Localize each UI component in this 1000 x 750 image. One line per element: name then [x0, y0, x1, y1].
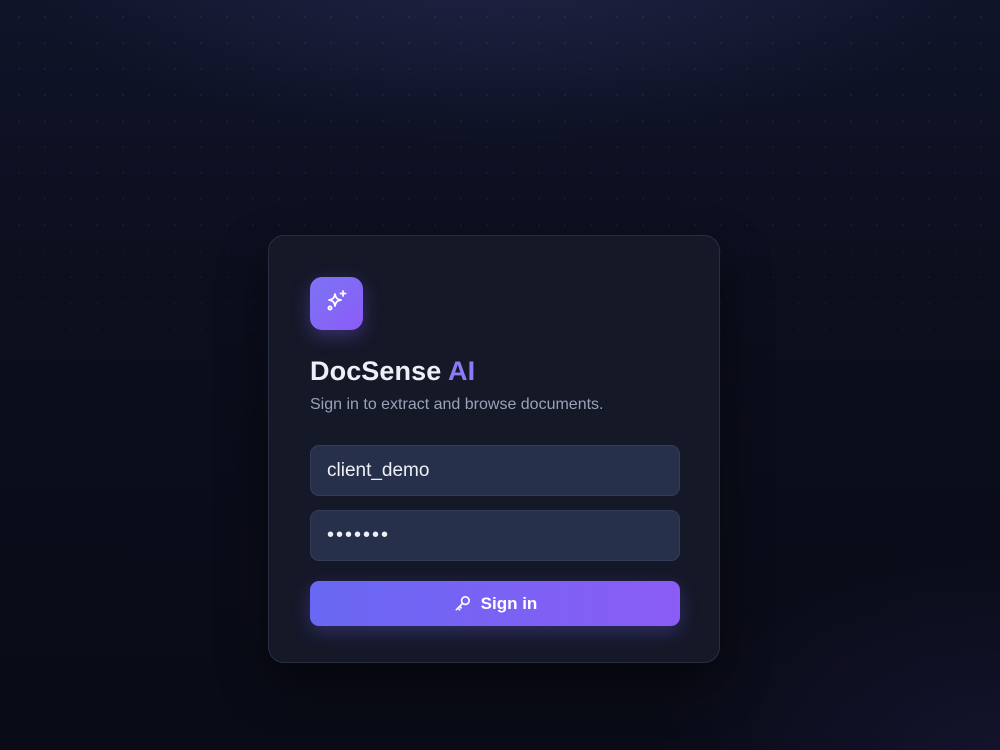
- username-input[interactable]: [310, 445, 680, 496]
- page-subtitle: Sign in to extract and browse documents.: [310, 396, 604, 413]
- page-title: DocSense AI: [310, 355, 679, 387]
- key-icon: [453, 594, 472, 613]
- sign-in-button[interactable]: Sign in: [310, 581, 680, 626]
- sparkles-icon: [323, 287, 351, 320]
- password-input[interactable]: [310, 510, 680, 561]
- app-name-accent: AI: [447, 356, 476, 386]
- login-card: DocSense AI Sign in to extract and brows…: [268, 235, 720, 663]
- app-logo: [310, 277, 363, 330]
- sign-in-label: Sign in: [480, 593, 538, 613]
- app-name: DocSense: [310, 356, 442, 386]
